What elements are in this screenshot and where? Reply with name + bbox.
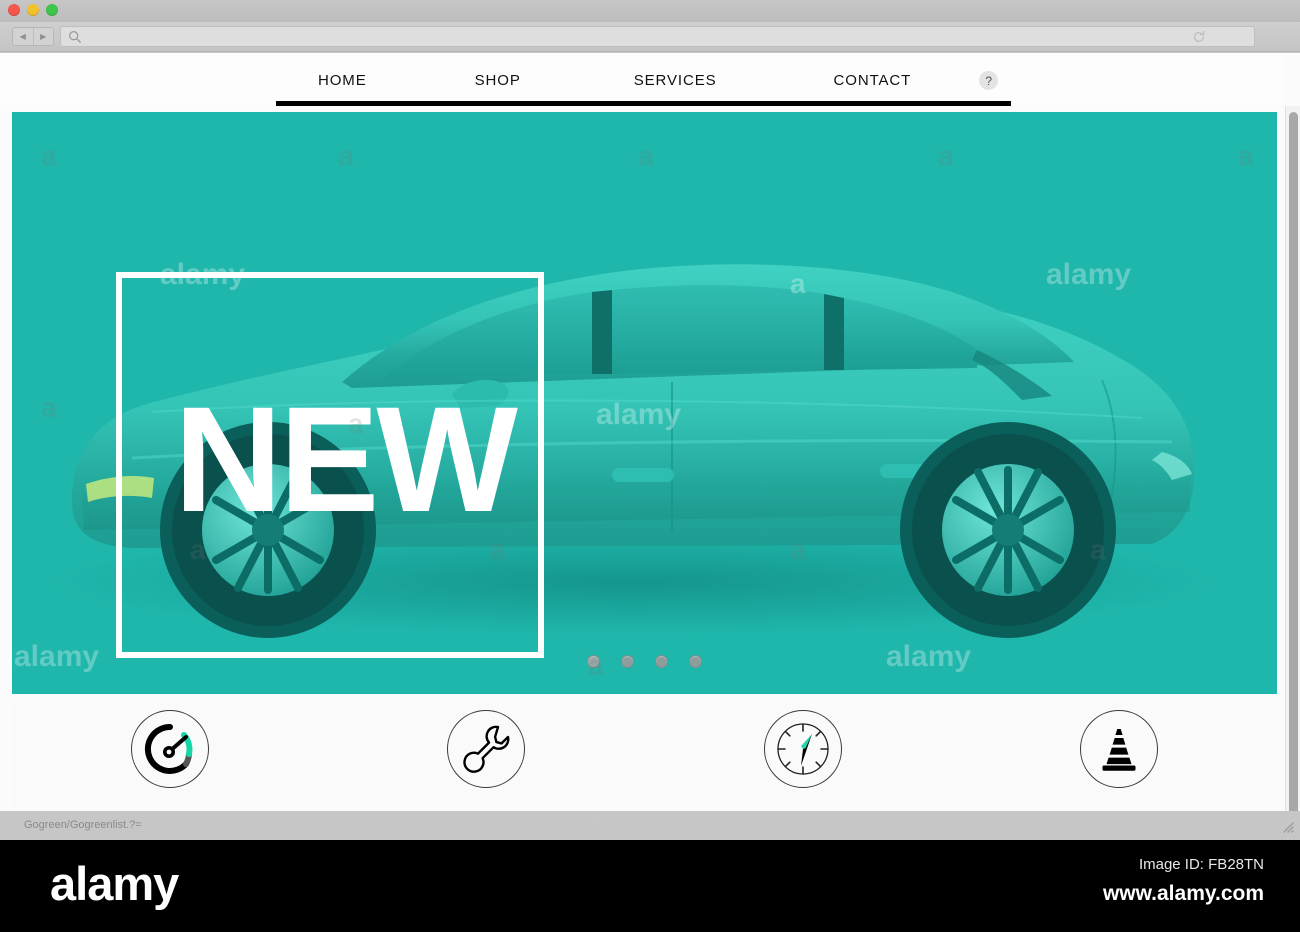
carousel-dot-2[interactable] (621, 655, 634, 668)
image-id-label: Image ID: FB28TN (1138, 856, 1264, 873)
nav-underline (276, 101, 1011, 106)
minimize-window-button[interactable] (27, 4, 39, 16)
page-viewport: HOME SHOP SERVICES CONTACT ? NEW (0, 53, 1300, 811)
nav-item-list: HOME SHOP SERVICES CONTACT ? (276, 71, 1011, 90)
browser-titlebar (0, 0, 1300, 22)
wrench-icon[interactable] (447, 710, 526, 788)
traffic-cone-icon[interactable] (1079, 710, 1158, 788)
alamy-url: www.alamy.com (1102, 882, 1264, 905)
feature-item-navigation[interactable] (645, 698, 961, 811)
reload-icon[interactable] (1192, 30, 1206, 44)
carousel-dot-1[interactable] (587, 655, 600, 668)
search-icon (69, 31, 81, 43)
browser-window: ◀ ▶ HOME SHOP SERVICES CONTACT ? NEW Gog… (0, 0, 1300, 840)
forward-button[interactable]: ▶ (32, 28, 53, 45)
feature-item-performance[interactable] (12, 698, 328, 811)
site-navigation: HOME SHOP SERVICES CONTACT ? (0, 53, 1285, 106)
nav-item-contact[interactable]: CONTACT (834, 72, 912, 89)
nav-item-services[interactable]: SERVICES (634, 72, 717, 89)
carousel-dot-4[interactable] (689, 655, 702, 668)
close-window-button[interactable] (8, 4, 20, 16)
stock-footer: alamy Image ID: FB28TN www.alamy.com (0, 840, 1300, 932)
page-scrollbar[interactable] (1285, 106, 1300, 811)
feature-item-service[interactable] (328, 698, 644, 811)
browser-toolbar: ◀ ▶ (0, 22, 1300, 52)
compass-icon[interactable] (763, 710, 842, 788)
help-button[interactable]: ? (979, 71, 999, 90)
nav-item-shop[interactable]: SHOP (475, 72, 521, 89)
alamy-logo: alamy (50, 857, 179, 910)
feature-icon-strip (12, 698, 1277, 811)
back-button[interactable]: ◀ (13, 28, 33, 45)
hero-banner: NEW (12, 112, 1277, 694)
status-text: Gogreen/Gogreenlist.?= (24, 819, 142, 831)
resize-grip-icon[interactable] (1279, 818, 1295, 834)
window-controls (8, 4, 58, 16)
maximize-window-button[interactable] (46, 4, 58, 16)
navigation-buttons: ◀ ▶ (12, 27, 54, 46)
carousel-dot-3[interactable] (655, 655, 668, 668)
speedometer-icon[interactable] (131, 710, 210, 788)
address-bar[interactable] (60, 26, 1255, 47)
feature-item-safety[interactable] (961, 698, 1277, 811)
browser-statusbar: Gogreen/Gogreenlist.?= (0, 811, 1300, 840)
nav-item-home[interactable]: HOME (318, 72, 367, 89)
scrollbar-thumb[interactable] (1289, 112, 1298, 811)
carousel-dots (12, 655, 1277, 668)
hero-headline: NEW (174, 375, 518, 543)
stock-photo-frame: ◀ ▶ HOME SHOP SERVICES CONTACT ? NEW Gog… (0, 0, 1300, 932)
